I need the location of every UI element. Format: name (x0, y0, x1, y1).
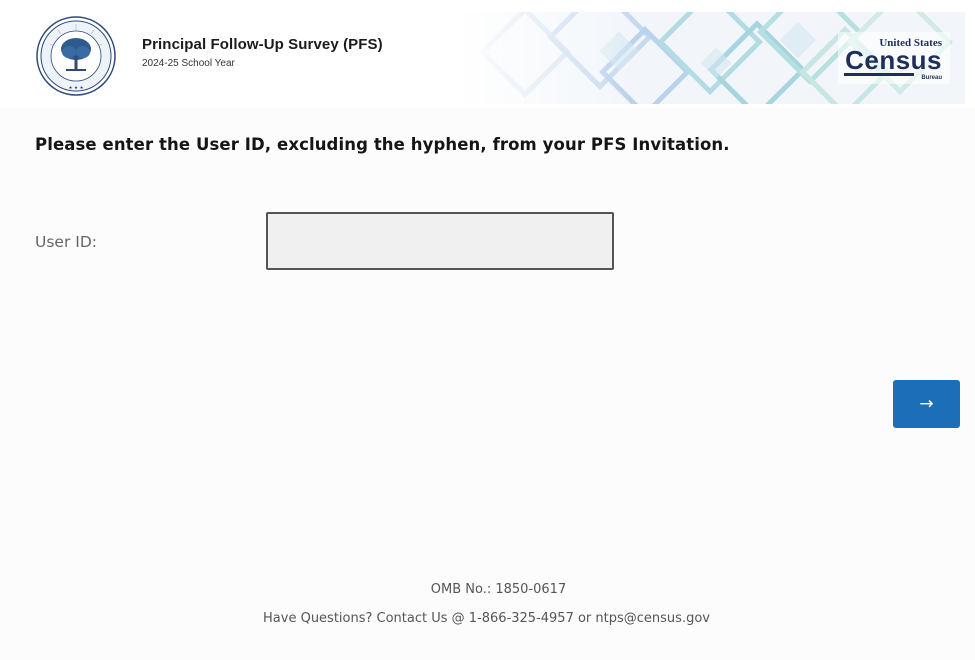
user-id-label: User ID: (35, 233, 97, 251)
survey-heading: Principal Follow-Up Survey (PFS) 2024-25… (142, 36, 383, 69)
census-bureau-logo-icon: United States Census Bureau (838, 32, 950, 84)
svg-text:★ ★ ★: ★ ★ ★ (69, 85, 84, 91)
footer: OMB No.: 1850-0617 Have Questions? Conta… (0, 580, 975, 629)
logo-line3: Bureau (921, 75, 942, 81)
logo-line2: Census (845, 45, 942, 75)
department-of-education-seal-icon: ★ ★ ★ (36, 16, 116, 96)
instruction-text: Please enter the User ID, excluding the … (35, 135, 730, 154)
user-id-input[interactable] (266, 212, 614, 270)
omb-number: OMB No.: 1850-0617 (430, 582, 567, 597)
arrow-right-icon: → (919, 393, 934, 414)
school-year: 2024-25 School Year (142, 58, 235, 69)
contact-info: Have Questions? Contact Us @ 1-866-325-4… (263, 611, 710, 626)
survey-title: Principal Follow-Up Survey (PFS) (142, 36, 383, 53)
header-banner: ★ ★ ★ Principal Follow-Up Survey (PFS) 2… (0, 0, 975, 108)
next-button[interactable]: → (893, 380, 960, 428)
login-page: ★ ★ ★ Principal Follow-Up Survey (PFS) 2… (0, 0, 975, 660)
